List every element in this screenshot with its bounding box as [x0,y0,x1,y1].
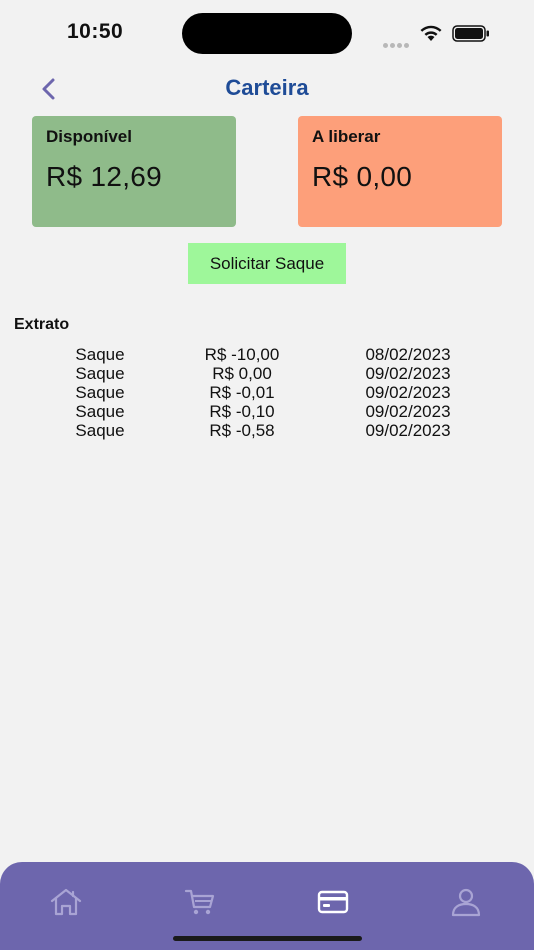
statement-row: Saque R$ -0,58 09/02/2023 [0,421,534,440]
statement-type: Saque [75,364,125,383]
statement-title: Extrato [14,316,70,333]
statement-date: 08/02/2023 [365,345,451,364]
wifi-icon [418,24,444,47]
statement-table: Saque R$ -10,00 08/02/2023 Saque R$ 0,00… [0,345,534,440]
wallet-card-icon [317,890,349,914]
cellular-signal-icon [383,35,411,53]
tab-wallet[interactable] [313,884,353,920]
available-balance-label: Disponível [46,127,132,146]
tab-home[interactable] [46,884,86,920]
pending-balance-card: A liberar R$ 0,00 [298,116,502,227]
statement-type: Saque [75,421,125,440]
statement-row: Saque R$ -0,10 09/02/2023 [0,402,534,421]
statement-amount: R$ -10,00 [204,345,280,364]
statement-amount: R$ 0,00 [212,364,272,383]
statement-amount: R$ -0,01 [209,383,275,402]
tab-profile[interactable] [446,884,486,920]
cart-icon [184,889,215,915]
statement-type: Saque [75,402,125,421]
statement-amount: R$ -0,58 [209,421,275,440]
available-balance-card: Disponível R$ 12,69 [32,116,236,227]
available-balance-value: R$ 12,69 [46,161,163,192]
tab-cart[interactable] [180,884,220,920]
statement-row: Saque R$ -0,01 09/02/2023 [0,383,534,402]
statement-amount: R$ -0,10 [209,402,275,421]
home-icon [50,888,82,916]
statement-row: Saque R$ -10,00 08/02/2023 [0,345,534,364]
status-time: 10:50 [67,20,124,43]
statement-date: 09/02/2023 [365,364,451,383]
statement-row: Saque R$ 0,00 09/02/2023 [0,364,534,383]
pending-balance-value: R$ 0,00 [312,161,413,192]
home-indicator [173,936,362,941]
request-withdrawal-button[interactable]: Solicitar Saque [188,243,346,284]
page-title: Carteira [225,75,309,100]
statement-date: 09/02/2023 [365,421,451,440]
statement-type: Saque [75,345,125,364]
statement-type: Saque [75,383,125,402]
dynamic-island [182,13,352,54]
pending-balance-label: A liberar [312,127,381,146]
battery-icon [452,25,490,47]
statement-date: 09/02/2023 [365,383,451,402]
profile-icon [451,888,481,917]
status-bar: 10:50 [0,0,534,60]
statement-date: 09/02/2023 [365,402,451,421]
